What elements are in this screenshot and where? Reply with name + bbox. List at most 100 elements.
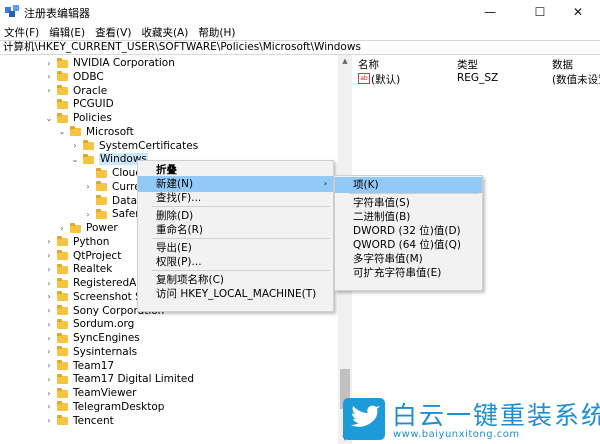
collapse-chevron-icon[interactable]: ⌄ — [57, 127, 67, 136]
tree-item[interactable]: › TelegramDesktop — [44, 400, 164, 414]
tree-item[interactable]: › Power — [57, 221, 117, 235]
tree-item-label: SyncEngines — [73, 332, 140, 344]
expand-chevron-icon[interactable]: › — [44, 59, 54, 68]
folder-icon — [57, 98, 68, 109]
context-menu-item[interactable]: 重命名(R) — [138, 222, 333, 238]
tree-item[interactable]: › Realtek — [44, 262, 112, 276]
tree-item[interactable]: › Python — [44, 235, 109, 249]
tree-item[interactable]: › Team17 Digital Limited — [44, 372, 194, 386]
tree-item-label: Team17 — [73, 359, 115, 372]
expand-chevron-icon[interactable]: › — [83, 182, 93, 191]
menu-favorites[interactable]: 收藏夹(A) — [141, 25, 188, 40]
submenu-item-label: 多字符串值(M) — [353, 253, 423, 265]
column-header-name[interactable]: 名称 — [358, 57, 379, 72]
expand-chevron-icon[interactable]: › — [44, 279, 54, 288]
tree-item[interactable]: › SystemCertificates — [70, 139, 198, 153]
tree-item[interactable]: › Tencent — [44, 414, 114, 428]
submenu-item-label: 字符串值(S) — [353, 197, 410, 209]
folder-icon — [70, 222, 81, 233]
folder-icon — [57, 305, 68, 315]
expand-chevron-icon[interactable]: › — [44, 347, 54, 356]
collapse-chevron-icon[interactable]: ⌄ — [44, 114, 54, 123]
expand-chevron-icon[interactable]: › — [83, 210, 93, 219]
expand-chevron-icon[interactable]: › — [44, 334, 54, 343]
expand-chevron-icon[interactable]: › — [44, 306, 54, 315]
menu-separator — [152, 238, 330, 239]
tree-item[interactable]: Clouc — [83, 166, 141, 180]
title-bar: 注册表编辑器 — ☐ ✕ — [0, 0, 600, 24]
expand-chevron-icon[interactable]: › — [44, 251, 54, 260]
menu-separator — [349, 193, 479, 194]
tree-item[interactable]: › SyncEngines — [44, 331, 140, 345]
context-menu-item[interactable]: 查找(F)... — [138, 190, 333, 206]
tree-item[interactable]: › Safer — [83, 207, 139, 221]
tree-item[interactable]: › NVIDIA Corporation — [44, 56, 174, 70]
expand-chevron-icon[interactable]: › — [44, 402, 54, 411]
context-menu-item[interactable]: 权限(P)... — [138, 254, 333, 270]
expand-chevron-icon[interactable]: › — [44, 72, 54, 81]
tree-item-label: Sysinternals — [73, 345, 138, 358]
folder-icon — [57, 71, 68, 82]
minimize-button[interactable]: — — [468, 0, 512, 24]
expand-chevron-icon[interactable]: › — [44, 416, 54, 425]
tree-item[interactable]: › Curre — [83, 180, 140, 194]
tree-item[interactable]: › Screenshot St — [44, 290, 146, 304]
tree-item[interactable]: › Oracle — [44, 84, 107, 98]
expand-chevron-icon[interactable]: › — [70, 141, 80, 150]
regedit-icon — [5, 5, 19, 17]
tree-item-label: Tencent — [73, 414, 114, 427]
maximize-icon: ☐ — [534, 5, 546, 19]
menu-file[interactable]: 文件(F) — [4, 25, 39, 40]
tree-item[interactable]: PCGUID — [44, 97, 114, 111]
folder-icon — [57, 236, 68, 247]
tree-item[interactable]: › Sysinternals — [44, 345, 137, 359]
tree-item[interactable]: › ODBC — [44, 70, 103, 84]
menu-edit[interactable]: 编辑(E) — [49, 25, 85, 40]
address-bar[interactable]: 计算机\HKEY_CURRENT_USER\SOFTWARE\Policies\… — [0, 40, 600, 55]
tree-item[interactable]: ⌄ Policies — [44, 111, 112, 125]
expand-chevron-icon[interactable]: › — [44, 265, 54, 274]
column-header-type[interactable]: 类型 — [457, 57, 478, 72]
expand-chevron-icon[interactable]: › — [44, 361, 54, 370]
folder-icon — [57, 373, 68, 384]
folder-icon — [57, 332, 68, 343]
collapse-chevron-icon[interactable]: ⌄ — [70, 155, 80, 164]
folder-icon — [96, 181, 107, 192]
expand-chevron-icon[interactable]: › — [57, 224, 67, 233]
tree-item[interactable]: › QtProject — [44, 249, 121, 263]
menu-separator — [152, 270, 330, 271]
context-menu-item-label: 新建(N) — [156, 178, 194, 190]
window-title: 注册表编辑器 — [24, 7, 90, 20]
expand-chevron-icon[interactable]: › — [44, 389, 54, 398]
watermark-url: www.baiyunxitong.com — [393, 429, 520, 440]
scroll-up-icon[interactable]: ▲ — [338, 55, 352, 67]
expand-chevron-icon[interactable]: › — [44, 375, 54, 384]
close-button[interactable]: ✕ — [556, 0, 600, 24]
context-menu-item-label: 折叠 — [156, 164, 177, 176]
tree-item[interactable]: › Sordum.org — [44, 317, 134, 331]
column-header-data[interactable]: 数据 — [552, 57, 573, 72]
submenu-item-label: QWORD (64 位)值(Q) — [353, 239, 461, 251]
tree-item-label: TelegramDesktop — [73, 400, 165, 413]
folder-icon — [57, 291, 68, 302]
context-menu-item-label: 导出(E) — [156, 242, 192, 254]
menu-help[interactable]: 帮助(H) — [198, 25, 235, 40]
submenu-item[interactable]: 可扩充字符串值(E) — [335, 265, 482, 281]
tree-item[interactable]: › RegisteredApp — [44, 276, 149, 290]
tree-item[interactable]: › Team17 — [44, 359, 114, 373]
menu-view[interactable]: 查看(V) — [95, 25, 131, 40]
value-row[interactable]: ab (默认) REG_SZ (数值未设置 — [353, 72, 600, 86]
watermark-title: 白云一键重装系统 — [392, 401, 600, 430]
submenu-item[interactable]: 项(K) — [335, 177, 482, 193]
context-menu-item[interactable]: 访问 HKEY_LOCAL_MACHINE(T) — [138, 286, 333, 302]
tree-item[interactable]: DataC — [83, 194, 144, 208]
expand-chevron-icon[interactable]: › — [44, 86, 54, 95]
folder-icon — [57, 346, 68, 357]
folder-icon — [57, 318, 68, 329]
tree-item[interactable]: › TeamViewer — [44, 386, 136, 400]
value-name: (默认) — [371, 74, 401, 86]
expand-chevron-icon[interactable]: › — [44, 237, 54, 246]
tree-item[interactable]: ⌄ Microsoft — [57, 125, 134, 139]
expand-chevron-icon[interactable]: › — [44, 292, 54, 301]
expand-chevron-icon[interactable]: › — [44, 320, 54, 329]
